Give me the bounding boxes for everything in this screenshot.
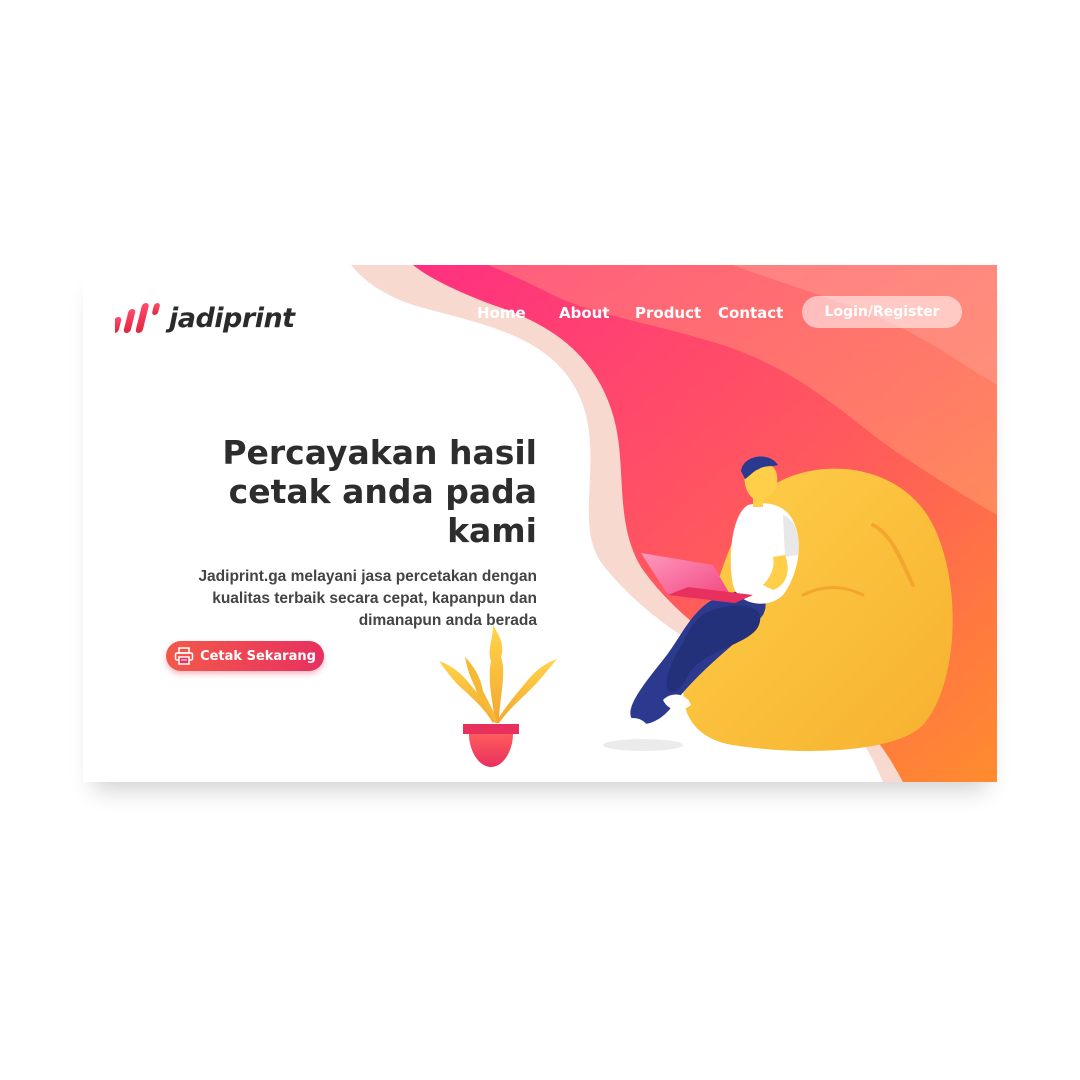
headline-line-1: Percayakan hasil xyxy=(222,433,537,472)
nav-contact[interactable]: Contact xyxy=(718,303,783,323)
nav-product[interactable]: Product xyxy=(635,303,701,323)
description-line-2: kualitas terbaik secara cepat, kapanpun … xyxy=(212,590,537,607)
cetak-sekarang-button[interactable]: Cetak Sekarang xyxy=(166,641,324,671)
potted-plant-illustration xyxy=(439,625,557,767)
person-with-laptop-illustration xyxy=(603,456,953,751)
headline-line-2: cetak anda pada kami xyxy=(228,472,537,550)
hero-section: Percayakan hasil cetak anda pada kami Ja… xyxy=(133,433,537,632)
login-register-button[interactable]: Login/Register xyxy=(802,296,962,328)
cta-label: Cetak Sekarang xyxy=(200,648,316,664)
hero-headline: Percayakan hasil cetak anda pada kami xyxy=(133,433,537,550)
description-line-1: Jadiprint.ga melayani jasa percetakan de… xyxy=(198,568,537,585)
nav-home[interactable]: Home xyxy=(477,303,526,323)
printer-icon xyxy=(174,647,194,665)
nav-about[interactable]: About xyxy=(559,303,610,323)
landing-page-card: jadiprint Home About Product Contact Log… xyxy=(83,265,997,782)
